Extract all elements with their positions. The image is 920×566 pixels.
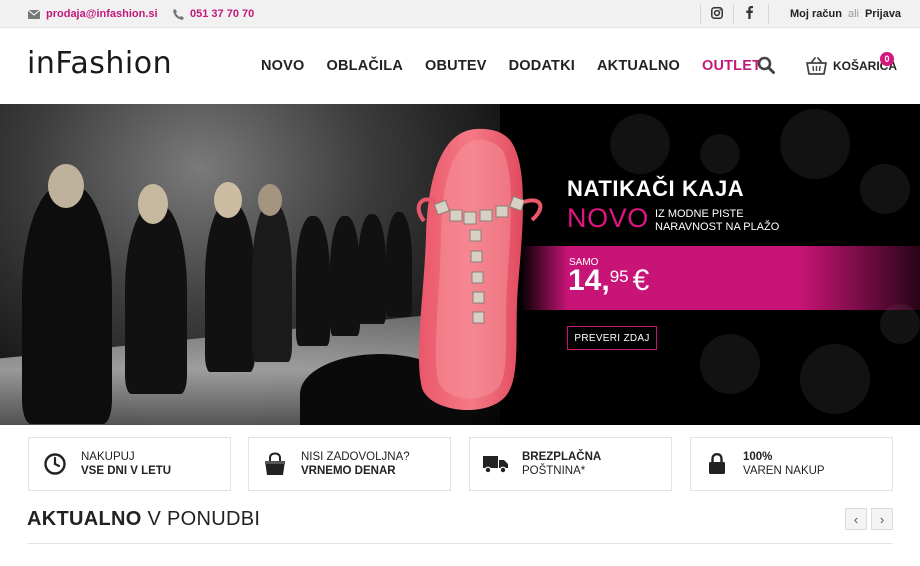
feature-line2: POŠTNINA* (522, 465, 586, 477)
hero-subtitle: IZ MODNE PISTE NARAVNOST NA PLAŽO (655, 208, 779, 234)
site-logo[interactable]: inFashion (27, 46, 172, 81)
nav-item-oblacila[interactable]: OBLAČILA (327, 58, 404, 74)
bag-icon (249, 452, 301, 476)
envelope-icon (28, 9, 40, 19)
chevron-left-icon: ‹ (853, 511, 859, 527)
sandal-image (416, 128, 543, 411)
check-now-button[interactable]: PREVERI ZDAJ (567, 326, 657, 350)
nav-item-outlet[interactable]: OUTLET (702, 58, 761, 74)
feature-line1: NAKUPUJ (81, 451, 135, 463)
search-button[interactable] (757, 56, 777, 76)
my-account-link[interactable]: Moj račun (790, 8, 842, 20)
feature-line2: VSE DNI V LETU (81, 465, 172, 477)
clock-icon (29, 453, 81, 475)
section-title-bold: AKTUALNO (27, 508, 142, 530)
hero-new-label: NOVO (567, 203, 649, 233)
instagram-icon (711, 6, 723, 22)
instagram-link[interactable] (711, 0, 723, 28)
feature-line2: VAREN NAKUP (743, 465, 825, 477)
truck-icon (470, 454, 522, 474)
hero-subtitle-line1: IZ MODNE PISTE (655, 208, 744, 220)
top-bar: prodaja@infashion.si 051 37 70 70 Moj ra… (0, 0, 920, 28)
price-whole: 14, (568, 264, 610, 297)
price-decimal: 95 (609, 267, 629, 286)
main-nav: NOVO OBLAČILA OBUTEV DODATKI AKTUALNO OU… (261, 28, 783, 104)
section-title: AKTUALNO V PONUDBI (27, 508, 260, 531)
phone-link[interactable]: 051 37 70 70 (173, 0, 254, 28)
chevron-right-icon: › (879, 511, 885, 527)
feature-box-secure: 100% VAREN NAKUP (690, 437, 893, 491)
divider (700, 4, 701, 24)
hero-banner[interactable]: NATIKAČI KAJA NOVO IZ MODNE PISTE NARAVN… (0, 104, 920, 425)
or-text: ali (847, 8, 859, 20)
price-currency: € (632, 264, 650, 297)
facebook-icon (746, 6, 753, 22)
nav-item-novo[interactable]: NOVO (261, 58, 305, 74)
hero-title: NATIKAČI KAJA (567, 176, 745, 201)
phone-icon (173, 8, 184, 20)
basket-icon (806, 57, 827, 75)
carousel-prev-button[interactable]: ‹ (845, 508, 867, 530)
feature-line1: NISI ZADOVOLJNA? (301, 451, 410, 463)
section-title-rest: V PONUDBI (147, 508, 261, 530)
email-link[interactable]: prodaja@infashion.si (28, 0, 158, 28)
phone-text: 051 37 70 70 (190, 8, 255, 20)
nav-item-obutev[interactable]: OBUTEV (425, 58, 487, 74)
facebook-link[interactable] (746, 0, 753, 28)
section-divider (27, 543, 893, 544)
hero-subtitle-line2: NARAVNOST NA PLAŽO (655, 221, 780, 233)
login-link[interactable]: Prijava (865, 8, 901, 20)
feature-box-always-open: NAKUPUJ VSE DNI V LETU (28, 437, 231, 491)
feature-line1: BREZPLAČNA (522, 451, 602, 463)
carousel-next-button[interactable]: › (871, 508, 893, 530)
nav-item-dodatki[interactable]: DODATKI (509, 58, 575, 74)
account-links: Moj račun ali Prijava (790, 0, 901, 28)
lock-icon (691, 453, 743, 475)
feature-line1: 100% (743, 451, 773, 463)
divider (768, 4, 769, 24)
hero-price: 14, 95 € (568, 264, 649, 298)
feature-box-money-back: NISI ZADOVOLJNA? VRNEMO DENAR (248, 437, 451, 491)
email-text: prodaja@infashion.si (46, 8, 158, 20)
feature-box-free-shipping: BREZPLAČNA POŠTNINA* (469, 437, 672, 491)
divider (733, 4, 734, 24)
main-header: inFashion NOVO OBLAČILA OBUTEV DODATKI A… (0, 28, 920, 104)
cart-count-badge: 0 (880, 52, 894, 66)
nav-item-aktualno[interactable]: AKTUALNO (597, 58, 680, 74)
search-icon (757, 56, 775, 78)
feature-line2: VRNEMO DENAR (301, 465, 396, 477)
